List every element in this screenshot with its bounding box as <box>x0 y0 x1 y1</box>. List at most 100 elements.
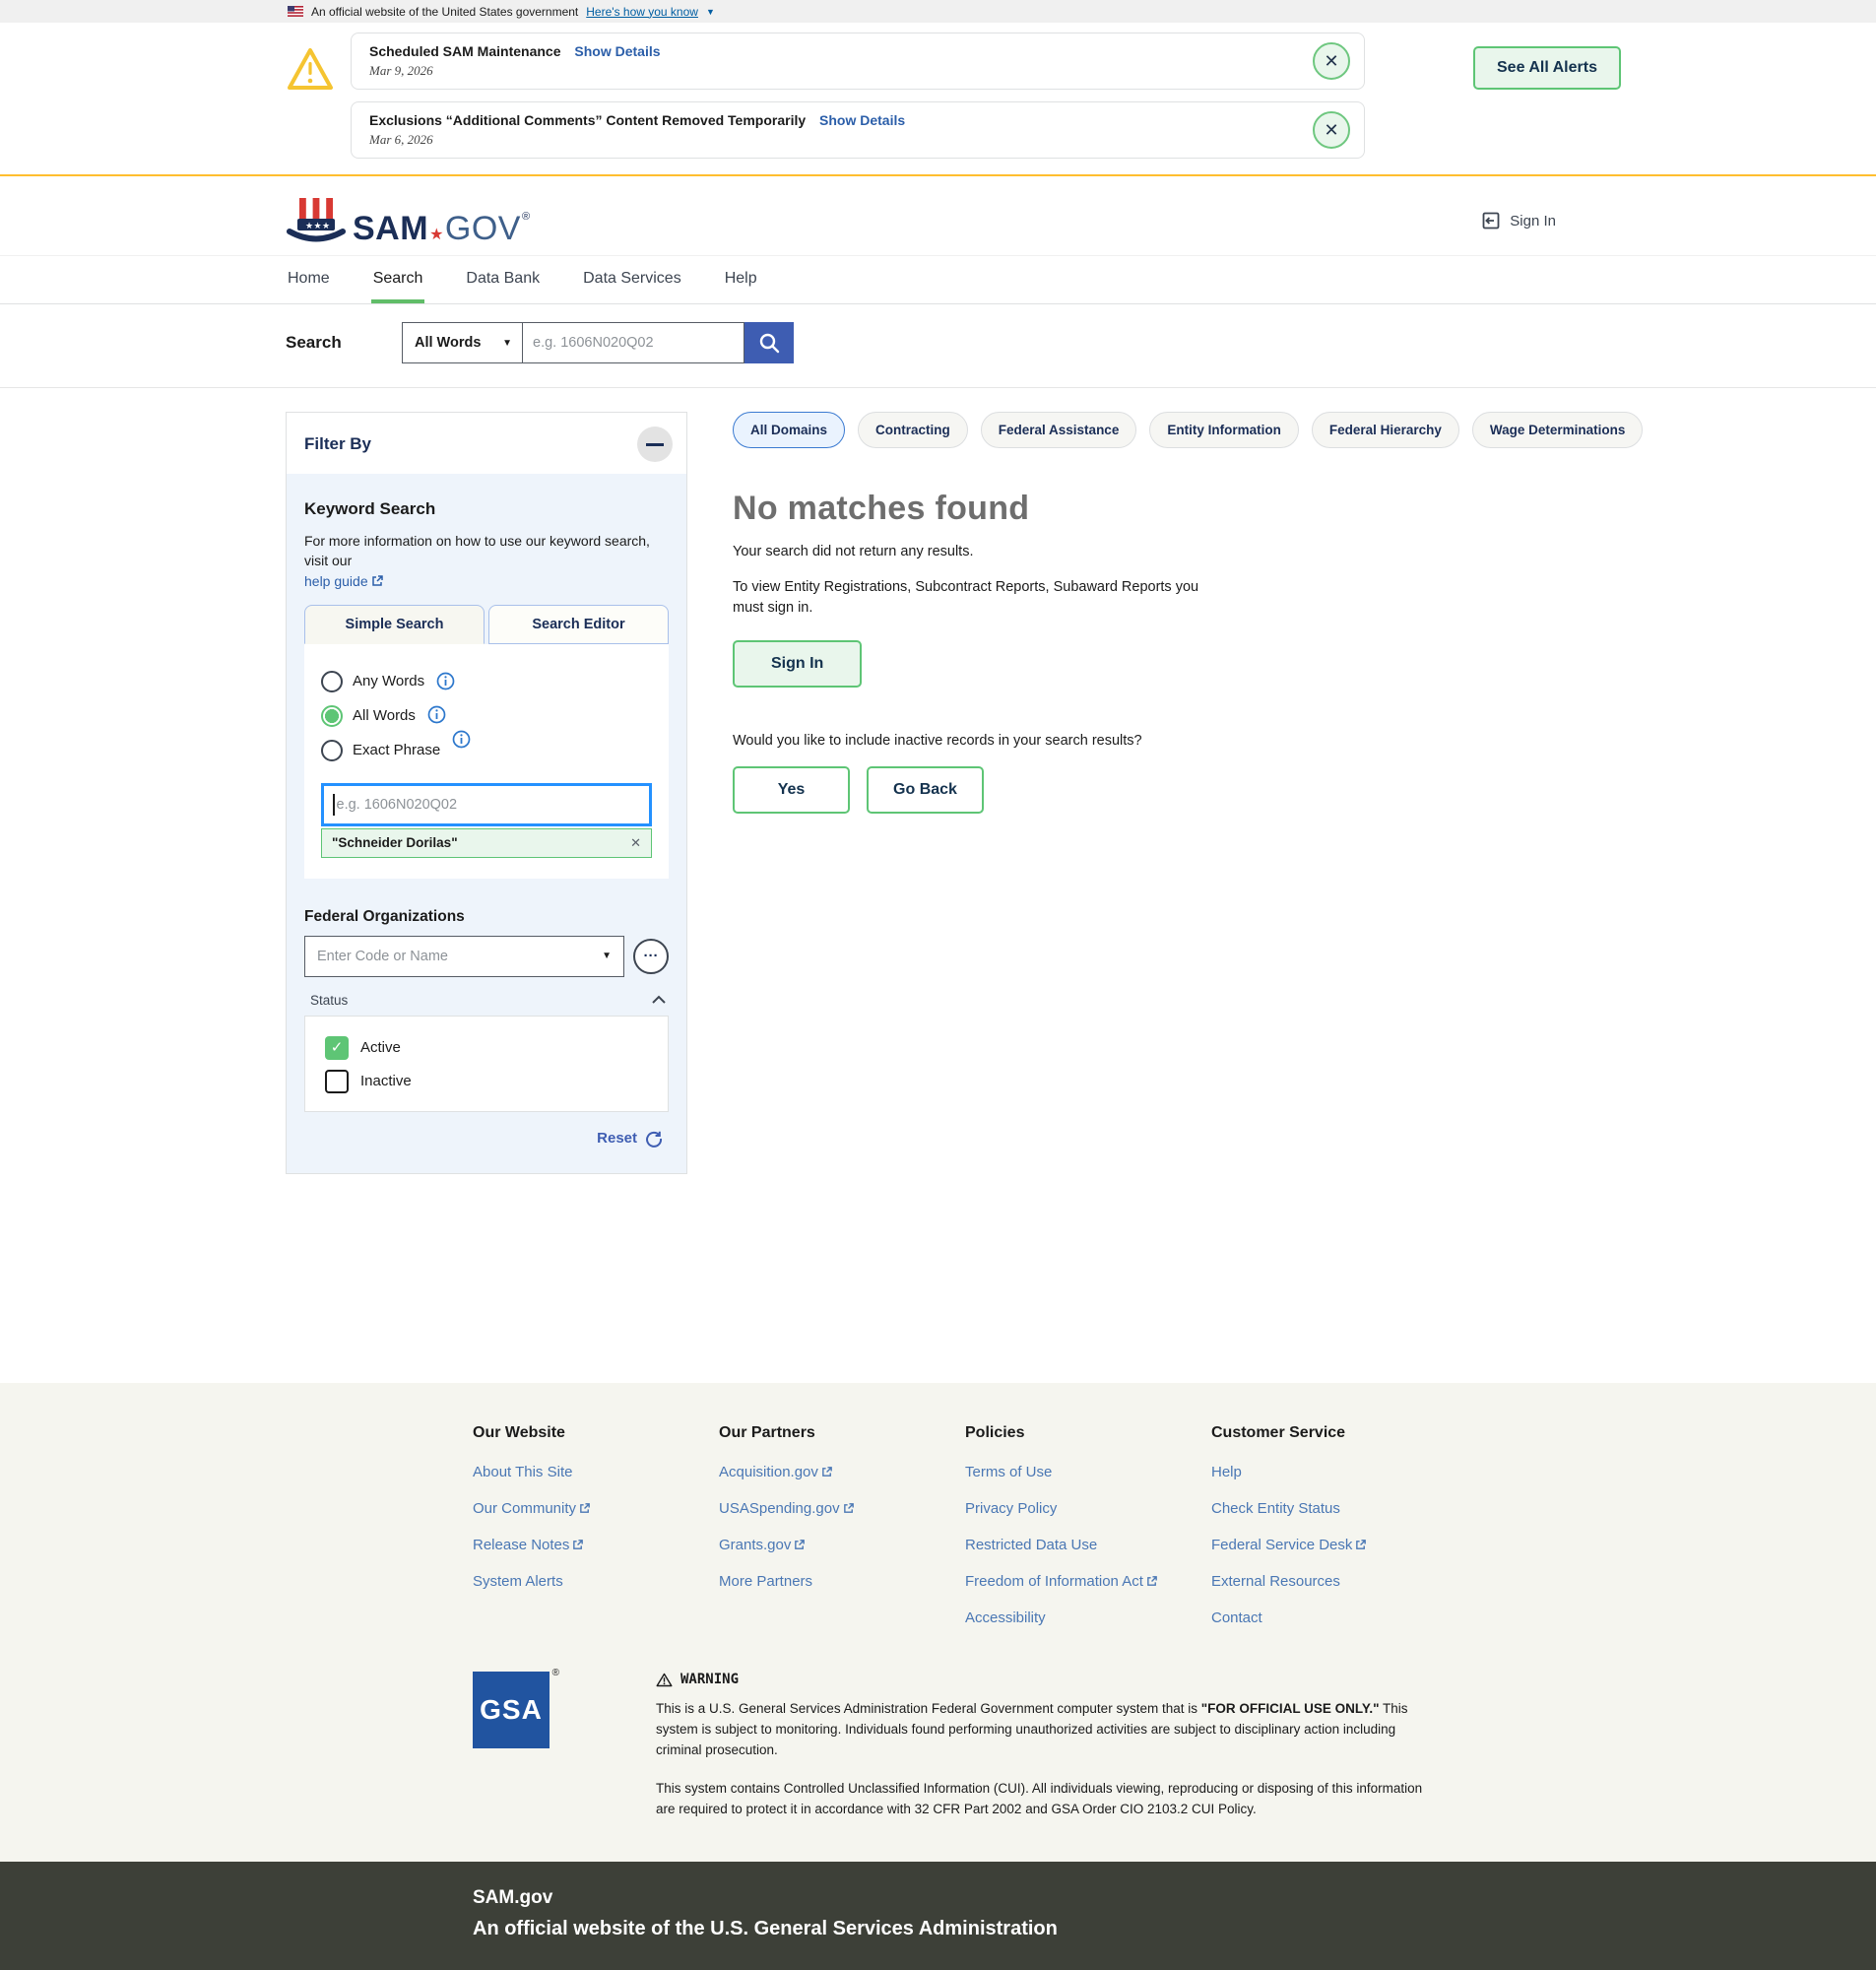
show-details-link[interactable]: Show Details <box>574 43 660 59</box>
footer-link-about-this-site[interactable]: About This Site <box>473 1464 719 1480</box>
sign-in-required-text: To view Entity Registrations, Subcontrac… <box>733 577 1225 619</box>
footer-link-federal-service-desk[interactable]: Federal Service Desk <box>1211 1537 1457 1553</box>
any-words-radio[interactable] <box>321 671 343 692</box>
all-words-radio[interactable] <box>321 705 343 727</box>
footer-link-external-resources[interactable]: External Resources <box>1211 1573 1457 1590</box>
footer-heading: Our Partners <box>719 1424 965 1442</box>
more-options-button[interactable]: ··· <box>633 939 669 974</box>
keyword-input[interactable]: e.g. 1606N020Q02 <box>321 783 652 826</box>
alert-card-exclusions: Exclusions “Additional Comments” Content… <box>351 101 1365 159</box>
external-link-icon <box>579 1502 591 1514</box>
footer-col-policies: Policies Terms of Use Privacy Policy Res… <box>965 1424 1211 1646</box>
footer-link-label: USASpending.gov <box>719 1500 840 1517</box>
how-you-know-link[interactable]: Here's how you know <box>586 5 698 19</box>
footer-link-more-partners[interactable]: More Partners <box>719 1573 965 1590</box>
footer-link-check-entity-status[interactable]: Check Entity Status <box>1211 1500 1457 1517</box>
footer-link-grants-gov[interactable]: Grants.gov <box>719 1537 965 1553</box>
alert-close-button[interactable]: ✕ <box>1313 111 1350 149</box>
footer-columns: Our Website About This Site Our Communit… <box>473 1424 1876 1646</box>
footer-link-terms-of-use[interactable]: Terms of Use <box>965 1464 1211 1480</box>
status-option-active: ✓ Active <box>325 1036 654 1060</box>
footer-link-contact[interactable]: Contact <box>1211 1609 1457 1626</box>
pill-wage-determinations[interactable]: Wage Determinations <box>1472 412 1644 448</box>
active-checkbox[interactable]: ✓ <box>325 1036 349 1060</box>
registered-mark: ® <box>552 1668 559 1678</box>
yes-button[interactable]: Yes <box>733 766 850 814</box>
sign-in-label: Sign In <box>1510 213 1556 230</box>
search-submit-button[interactable] <box>744 322 794 363</box>
svg-text:★: ★ <box>305 221 313 230</box>
footer-link-label: Acquisition.gov <box>719 1464 818 1480</box>
chevron-down-icon: ▼ <box>602 951 612 961</box>
pill-federal-hierarchy[interactable]: Federal Hierarchy <box>1312 412 1459 448</box>
alert-text: Exclusions “Additional Comments” Content… <box>369 112 1313 148</box>
footer-link-restricted-data-use[interactable]: Restricted Data Use <box>965 1537 1211 1553</box>
search-input[interactable] <box>522 322 744 363</box>
footer-link-usaspending-gov[interactable]: USASpending.gov <box>719 1500 965 1517</box>
info-icon[interactable] <box>452 730 471 749</box>
info-icon[interactable] <box>436 672 455 690</box>
nav-item-help[interactable]: Help <box>723 256 759 303</box>
pill-entity-information[interactable]: Entity Information <box>1149 412 1299 448</box>
external-link-icon <box>843 1502 855 1514</box>
collapse-filters-button[interactable] <box>637 427 673 462</box>
federal-organizations-select[interactable]: Enter Code or Name ▼ <box>304 936 624 977</box>
footer-link-help[interactable]: Help <box>1211 1464 1457 1480</box>
footer-heading: Policies <box>965 1424 1211 1442</box>
pill-federal-assistance[interactable]: Federal Assistance <box>981 412 1137 448</box>
federal-organizations-placeholder: Enter Code or Name <box>317 949 448 964</box>
gsa-logo: GSA ® <box>473 1672 550 1820</box>
svg-text:★: ★ <box>322 221 330 230</box>
sign-in-link[interactable]: Sign In <box>1480 210 1556 231</box>
chip-remove-icon[interactable]: ✕ <box>630 835 641 851</box>
federal-organizations-heading: Federal Organizations <box>304 908 669 926</box>
reset-icon[interactable] <box>645 1130 663 1148</box>
help-guide-link[interactable]: help guide <box>304 573 368 589</box>
alert-date: Mar 6, 2026 <box>369 132 1313 148</box>
footer-link-privacy-policy[interactable]: Privacy Policy <box>965 1500 1211 1517</box>
us-flag-icon <box>288 6 303 17</box>
keyword-input-placeholder: e.g. 1606N020Q02 <box>337 797 458 813</box>
footer-link-foia[interactable]: Freedom of Information Act <box>965 1573 1211 1590</box>
chevron-up-icon[interactable] <box>651 995 667 1005</box>
go-back-button[interactable]: Go Back <box>867 766 984 814</box>
tab-search-editor[interactable]: Search Editor <box>488 605 669 644</box>
filter-panel: Filter By Keyword Search For more inform… <box>286 412 687 1174</box>
search-mode-value: All Words <box>415 335 481 351</box>
include-inactive-question: Would you like to include inactive recor… <box>733 733 1708 749</box>
footer-link-release-notes[interactable]: Release Notes <box>473 1537 719 1553</box>
footer-link-label: Release Notes <box>473 1537 569 1553</box>
radio-label: Any Words <box>353 673 424 690</box>
inactive-checkbox[interactable] <box>325 1070 349 1093</box>
info-icon[interactable] <box>427 705 446 724</box>
alert-title: Scheduled SAM Maintenance <box>369 43 560 59</box>
search-mode-select[interactable]: All Words ▼ <box>402 322 522 363</box>
site-header: ★★★ SAM★GOV® Sign In <box>0 176 1876 255</box>
svg-text:★: ★ <box>314 221 322 230</box>
footer-link-acquisition-gov[interactable]: Acquisition.gov <box>719 1464 965 1480</box>
external-link-icon <box>794 1539 806 1550</box>
nav-item-data-bank[interactable]: Data Bank <box>464 256 542 303</box>
pill-all-domains[interactable]: All Domains <box>733 412 845 448</box>
filter-body: Keyword Search For more information on h… <box>287 474 686 1173</box>
sam-gov-logo[interactable]: ★★★ SAM★GOV® <box>286 196 531 245</box>
footer-col-our-website: Our Website About This Site Our Communit… <box>473 1424 719 1646</box>
alert-date: Mar 9, 2026 <box>369 63 1313 79</box>
nav-item-home[interactable]: Home <box>286 256 332 303</box>
search-bar: Search All Words ▼ <box>0 304 1876 388</box>
see-all-alerts-button[interactable]: See All Alerts <box>1473 46 1621 90</box>
sign-in-button[interactable]: Sign In <box>733 640 862 688</box>
tab-simple-search[interactable]: Simple Search <box>304 605 485 644</box>
footer-link-our-community[interactable]: Our Community <box>473 1500 719 1517</box>
footer-link-system-alerts[interactable]: System Alerts <box>473 1573 719 1590</box>
footer-link-accessibility[interactable]: Accessibility <box>965 1609 1211 1626</box>
nav-item-data-services[interactable]: Data Services <box>581 256 683 303</box>
warning-text: This is a U.S. General Services Administ… <box>656 1701 1201 1716</box>
reset-link[interactable]: Reset <box>597 1130 637 1147</box>
site-footer: Our Website About This Site Our Communit… <box>0 1383 1876 1862</box>
show-details-link[interactable]: Show Details <box>819 112 905 128</box>
alert-close-button[interactable]: ✕ <box>1313 42 1350 80</box>
nav-item-search[interactable]: Search <box>371 256 425 303</box>
pill-contracting[interactable]: Contracting <box>858 412 968 448</box>
exact-phrase-radio[interactable] <box>321 740 343 761</box>
